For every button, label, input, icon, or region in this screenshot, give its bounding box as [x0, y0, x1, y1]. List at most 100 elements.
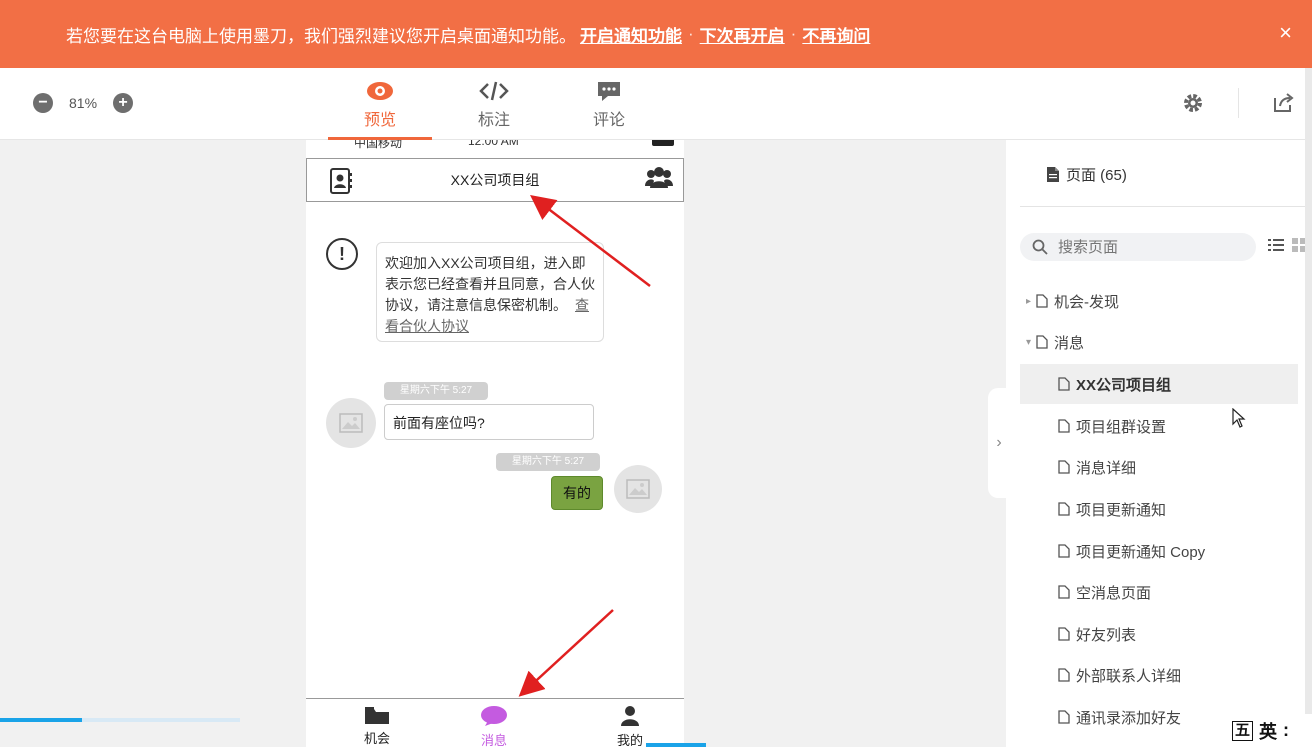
- exclamation-icon: !: [326, 238, 358, 270]
- page-tree-label: 空消息页面: [1076, 584, 1152, 602]
- banner-message: 若您要在这台电脑上使用墨刀，我们强烈建议您开启桌面通知功能。: [66, 26, 576, 46]
- zoom-control: − 81% +: [33, 93, 134, 113]
- tab-label: 标注: [477, 112, 510, 129]
- page-tree-label: 项目更新通知: [1076, 501, 1167, 519]
- tab-annotate[interactable]: 标注: [442, 76, 546, 140]
- close-icon[interactable]: ×: [1279, 22, 1292, 44]
- page-tree-label: 外部联系人详细: [1076, 667, 1182, 685]
- page-tree-item[interactable]: 项目组群设置: [1020, 406, 1298, 446]
- divider: [1238, 88, 1239, 118]
- share-icon[interactable]: [1272, 92, 1294, 119]
- scrollbar[interactable]: [1305, 68, 1312, 714]
- page-tree-item[interactable]: 项目更新通知 Copy: [1020, 531, 1298, 571]
- chevron-down-icon[interactable]: ▾: [1026, 337, 1036, 348]
- zoom-out-button[interactable]: −: [33, 93, 53, 113]
- chat-header: XX公司项目组: [306, 158, 684, 202]
- page-tree-label: 消息详细: [1076, 459, 1137, 477]
- page-tree-item[interactable]: 空消息页面: [1020, 572, 1298, 612]
- page-tree-item[interactable]: XX公司项目组: [1020, 364, 1298, 404]
- chevron-right-icon: ›: [996, 434, 1002, 451]
- image-placeholder-icon: [626, 479, 650, 499]
- tab-label: 评论: [592, 112, 625, 129]
- ime-language: 英: [1259, 721, 1278, 742]
- never-ask-link[interactable]: 不再询问: [802, 22, 870, 47]
- page-tree-label: 项目更新通知 Copy: [1076, 543, 1206, 561]
- tab-comment[interactable]: 评论: [557, 76, 661, 140]
- page-tree-item[interactable]: ▾ 消息: [1020, 322, 1298, 362]
- page-icon: [1058, 668, 1070, 682]
- view-toggle: [1268, 238, 1306, 252]
- page-tree-label: 机会-发现: [1054, 293, 1119, 311]
- page-tree-item[interactable]: 外部联系人详细: [1020, 655, 1298, 695]
- page-tree-label: XX公司项目组: [1076, 376, 1172, 394]
- ime-status[interactable]: 五 英 :: [1222, 714, 1312, 747]
- page-icon: [1058, 627, 1070, 641]
- comment-icon: [557, 76, 661, 106]
- pages-header: 页面 (65): [1046, 164, 1127, 185]
- gear-icon[interactable]: [1182, 92, 1204, 119]
- page-tree-item[interactable]: 消息详细: [1020, 447, 1298, 487]
- avatar: [614, 465, 662, 513]
- page-icon: [1036, 294, 1048, 308]
- loading-indicator: [646, 743, 706, 747]
- message-bubble-incoming: 前面有座位吗?: [384, 404, 594, 440]
- tab-label: 预览: [363, 112, 396, 129]
- page-search: [1020, 233, 1256, 261]
- tabbar-item-opportunity[interactable]: 机会: [347, 705, 407, 747]
- message-timestamp: 星期六下午 5:27: [384, 382, 488, 400]
- chat-icon: [481, 706, 507, 726]
- page-tree-label: 项目组群设置: [1076, 418, 1167, 436]
- zoom-level: 81%: [69, 95, 98, 111]
- grid-view-icon[interactable]: [1292, 238, 1306, 252]
- page-tree-label: 好友列表: [1076, 626, 1137, 644]
- document-icon: [1047, 167, 1059, 182]
- tab-preview[interactable]: 预览: [328, 76, 432, 140]
- loading-progress-bar: [0, 718, 240, 722]
- pages-count-label: 页面 (65): [1066, 167, 1127, 184]
- page-icon: [1058, 377, 1070, 391]
- page-icon: [1058, 544, 1070, 558]
- page-tree-label: 通讯录添加好友: [1076, 709, 1182, 727]
- page-icon: [1036, 335, 1048, 349]
- folder-icon: [365, 707, 389, 724]
- notification-banner: 若您要在这台电脑上使用墨刀，我们强烈建议您开启桌面通知功能。 开启通知功能 · …: [0, 0, 1312, 68]
- chevron-right-icon[interactable]: ▸: [1026, 296, 1036, 307]
- page-icon: [1058, 585, 1070, 599]
- separator-dot: ·: [688, 24, 694, 43]
- message-bubble-outgoing: 有的: [551, 476, 603, 510]
- page-icon: [1058, 710, 1070, 724]
- page-tree-label: 消息: [1054, 334, 1085, 352]
- pages-panel: 页面 (65) ▸ 机会-发现 ▾ 消息 XX公司项目组 项目组群设置 消息详细…: [1006, 140, 1312, 747]
- divider: [1020, 206, 1306, 207]
- tabbar-label: 机会: [363, 731, 390, 746]
- user-icon: [621, 706, 639, 726]
- tabbar-item-messages[interactable]: 消息: [464, 705, 524, 747]
- list-view-icon[interactable]: [1268, 238, 1284, 252]
- page-icon: [1058, 460, 1070, 474]
- contacts-icon[interactable]: [329, 167, 353, 198]
- group-notice: 欢迎加入XX公司项目组，进入即表示您已经查看并且同意，合人伙协议，请注意信息保密…: [376, 242, 604, 342]
- search-input[interactable]: [1058, 238, 1238, 256]
- carrier-label: 中国移动: [354, 140, 403, 150]
- code-icon: [442, 76, 546, 106]
- page-icon: [1058, 419, 1070, 433]
- mouse-cursor-icon: [1232, 408, 1246, 428]
- enable-notifications-link[interactable]: 开启通知功能: [580, 22, 682, 47]
- page-tree-item[interactable]: 项目更新通知: [1020, 489, 1298, 529]
- separator-dot: ·: [790, 24, 797, 43]
- avatar: [326, 398, 376, 448]
- page-icon: [1058, 502, 1070, 516]
- page-tree-item[interactable]: 好友列表: [1020, 614, 1298, 654]
- remind-later-link[interactable]: 下次再开启: [700, 22, 785, 47]
- notice-text: 欢迎加入XX公司项目组，进入即表示您已经查看并且同意，合人伙协议，请注意信息保密…: [385, 255, 595, 313]
- chat-title: XX公司项目组: [450, 172, 540, 188]
- zoom-in-button[interactable]: +: [113, 93, 134, 113]
- group-members-icon[interactable]: [645, 165, 673, 192]
- phone-prototype: 中国移动 12:00 AM XX公司项目组 ! 欢迎加入XX公司项目组，进入即表…: [306, 140, 684, 747]
- eye-icon: [328, 76, 432, 106]
- tabbar-item-profile[interactable]: 我的: [600, 705, 660, 747]
- page-tree-item[interactable]: ▸ 机会-发现: [1020, 281, 1298, 321]
- message-timestamp: 星期六下午 5:27: [496, 453, 600, 471]
- ime-punct-icon: :: [1283, 720, 1290, 740]
- tabbar-label: 消息: [480, 733, 507, 747]
